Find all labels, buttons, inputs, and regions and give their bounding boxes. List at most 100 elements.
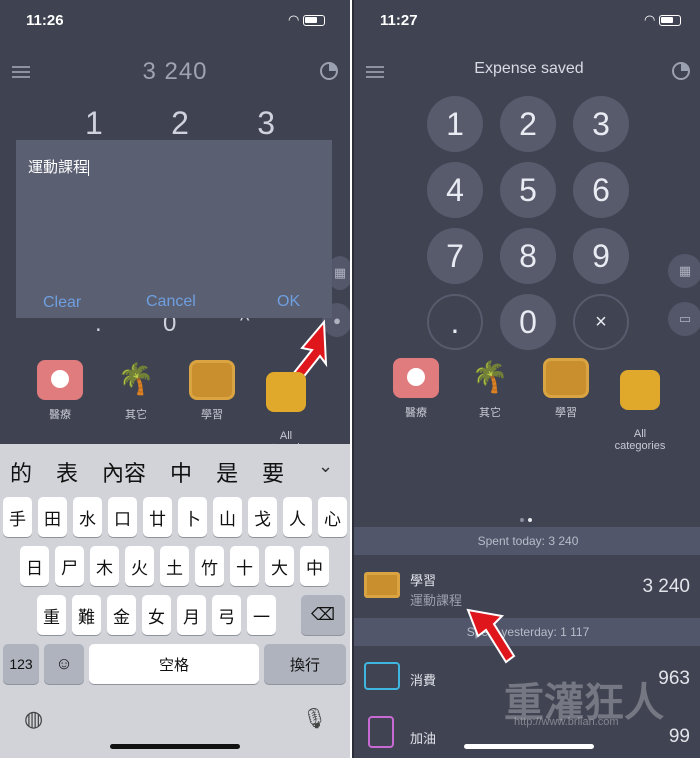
status-time: 11:26 [26, 12, 64, 29]
category-other[interactable]: 🌴 其它 [100, 360, 172, 422]
entry-amount: 99 [668, 726, 690, 747]
category-study[interactable]: 學習 [176, 360, 248, 422]
pie-chart-icon[interactable] [672, 62, 690, 80]
numpad-key[interactable]: 7 [427, 228, 483, 284]
cancel-button[interactable]: Cancel [146, 293, 196, 311]
category-label: 其它 [479, 407, 501, 419]
return-key[interactable]: 換行 [264, 644, 346, 684]
ok-button[interactable]: OK [277, 293, 300, 311]
category-label: 醫療 [49, 409, 71, 421]
book-icon [364, 572, 400, 598]
numpad-key[interactable]: 8 [500, 228, 556, 284]
key[interactable]: 山 [213, 497, 242, 537]
entry-category: 消費 [410, 673, 437, 688]
candidate[interactable]: 中 [170, 456, 192, 488]
numpad-key[interactable]: 6 [573, 162, 629, 218]
wifi-icon: ◠ [644, 12, 656, 27]
menu-icon[interactable] [366, 66, 384, 78]
key[interactable]: 大 [265, 546, 294, 586]
category-study[interactable]: 學習 [530, 358, 602, 420]
candidate[interactable]: 表 [56, 456, 78, 488]
status-icons: ◠ [644, 12, 681, 28]
text-cursor [88, 160, 90, 177]
key[interactable]: 一 [247, 595, 276, 635]
numpad-key[interactable]: 0 [500, 294, 556, 350]
key[interactable]: 金 [107, 595, 136, 635]
fuel-pump-icon [368, 716, 394, 748]
key[interactable]: 重 [37, 595, 66, 635]
numpad-key[interactable]: 3 [573, 96, 629, 152]
key[interactable]: 日 [20, 546, 49, 586]
category-label: 學習 [201, 409, 223, 421]
numpad-key[interactable]: 5 [500, 162, 556, 218]
watermark-url: http://www.brlian.com [514, 716, 619, 728]
candidate[interactable]: 是 [216, 456, 238, 488]
key[interactable]: 火 [125, 546, 154, 586]
numpad-key[interactable]: 2 [171, 105, 189, 142]
microphone-icon[interactable]: 🎙 [302, 706, 327, 731]
numpad-key[interactable]: 3 [257, 105, 275, 142]
menu-icon[interactable] [12, 66, 30, 78]
list-icon [620, 370, 660, 410]
category-all[interactable]: All categories [604, 358, 676, 452]
numpad-key[interactable]: 4 [427, 162, 483, 218]
space-key[interactable]: 空格 [89, 644, 259, 684]
category-all[interactable]: All categories [250, 360, 322, 454]
status-time: 11:27 [380, 12, 418, 29]
key[interactable]: 口 [108, 497, 137, 537]
key[interactable]: 水 [73, 497, 102, 537]
key[interactable]: 田 [38, 497, 67, 537]
key[interactable]: 弓 [212, 595, 241, 635]
numpad-partial: 1 2 3 [85, 105, 275, 142]
globe-icon[interactable]: ◍ [24, 706, 43, 732]
candidate[interactable]: 內容 [102, 456, 146, 488]
note-input[interactable]: 運動課程 [28, 156, 90, 177]
key[interactable]: 木 [90, 546, 119, 586]
emoji-icon[interactable]: ☺ [44, 644, 84, 684]
key[interactable]: 卜 [178, 497, 207, 537]
pie-chart-icon[interactable] [320, 62, 338, 80]
key[interactable]: 中 [300, 546, 329, 586]
key[interactable]: 十 [230, 546, 259, 586]
category-label: 醫療 [405, 407, 427, 419]
list-item[interactable]: 學習 運動課程 3 240 [354, 556, 700, 618]
numpad-key[interactable]: 2 [500, 96, 556, 152]
calendar-icon[interactable]: ▦ [668, 254, 700, 288]
delete-key[interactable]: × [573, 294, 629, 350]
entry-amount: 3 240 [642, 576, 690, 597]
key[interactable]: 月 [177, 595, 206, 635]
key[interactable]: 女 [142, 595, 171, 635]
candidate-bar: 的 表 內容 中 是 要 [10, 456, 340, 488]
book-icon [543, 358, 589, 398]
wifi-icon: ◠ [288, 12, 300, 27]
numpad-key[interactable]: . [427, 294, 483, 350]
chevron-down-icon[interactable]: ⌄ [318, 456, 333, 477]
status-icons: ◠ [288, 12, 325, 28]
entry-note: 運動課程 [410, 593, 463, 608]
comment-icon[interactable]: ▭ [668, 302, 700, 336]
key[interactable]: 難 [72, 595, 101, 635]
spent-today-bar: Spent today: 3 240 [354, 527, 700, 555]
category-medical[interactable]: 醫療 [380, 358, 452, 420]
clear-button[interactable]: Clear [43, 294, 81, 312]
numpad-key[interactable]: 1 [85, 105, 103, 142]
candidate[interactable]: 的 [10, 456, 32, 488]
key[interactable]: 人 [283, 497, 312, 537]
numpad-key[interactable]: 9 [573, 228, 629, 284]
key[interactable]: 竹 [195, 546, 224, 586]
key[interactable]: 戈 [248, 497, 277, 537]
category-medical[interactable]: 醫療 [24, 360, 96, 422]
page-title: Expense saved [474, 60, 584, 77]
key[interactable]: 廿 [143, 497, 172, 537]
key[interactable]: 心 [318, 497, 347, 537]
keyboard: 的 表 內容 中 是 要 ⌄ 手 田 水 口 廿 卜 山 戈 人 心 日 尸 木… [0, 444, 350, 758]
numbers-key[interactable]: 123 [3, 644, 39, 684]
key[interactable]: 手 [3, 497, 32, 537]
key[interactable]: 尸 [55, 546, 84, 586]
key-row-3: 重 難 金 女 月 弓 一 [37, 595, 276, 635]
backspace-icon[interactable]: ⌫ [301, 595, 345, 635]
candidate[interactable]: 要 [262, 456, 284, 488]
category-other[interactable]: 🌴 其它 [454, 358, 526, 420]
numpad-key[interactable]: 1 [427, 96, 483, 152]
key[interactable]: 土 [160, 546, 189, 586]
